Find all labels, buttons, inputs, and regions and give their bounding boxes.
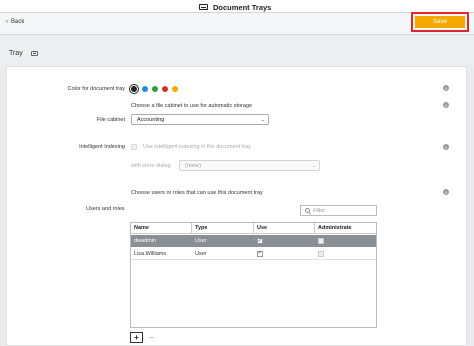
back-label: Back [11, 19, 25, 25]
users-label: Users and roles [86, 206, 125, 212]
color-info-icon[interactable]: i [443, 85, 449, 91]
window-title-text: Document Trays [213, 2, 272, 12]
cabinet-select[interactable]: Accounting ⌄ [131, 114, 269, 125]
indexing-label: Intelligent Indexing [79, 144, 125, 150]
users-info-icon[interactable]: i [443, 189, 449, 195]
grid-header: Name Type Use Administrate [131, 223, 376, 234]
row-type: User [195, 238, 207, 244]
row-name: Lisa.Williams [134, 250, 167, 257]
window-title: Document Trays [199, 2, 271, 12]
save-button-highlight: Save [411, 12, 469, 32]
back-button[interactable]: ‹ Back [6, 19, 24, 25]
use-checkbox[interactable]: ✓ [257, 238, 263, 244]
column-name[interactable]: Name [134, 223, 149, 233]
save-button[interactable]: Save [415, 16, 465, 28]
row-name: dwadmin [134, 238, 157, 244]
color-swatch-black[interactable] [131, 86, 137, 92]
chevron-down-icon: ⌄ [260, 117, 265, 123]
administrate-checkbox[interactable] [318, 250, 324, 257]
indexing-info-icon[interactable]: i [443, 144, 449, 150]
table-row[interactable]: dwadmin User ✓ [131, 235, 376, 247]
indexing-checkbox-label: Use intelligent indexing in the document… [143, 144, 251, 150]
comment-icon[interactable] [30, 51, 38, 56]
indexing-checkbox[interactable] [131, 144, 137, 150]
administrate-checkbox[interactable] [318, 238, 324, 244]
cabinet-select-value: Accounting [137, 116, 165, 123]
remove-button[interactable]: − [146, 332, 157, 343]
section-title: Tray [9, 50, 38, 57]
color-swatch-green[interactable] [152, 86, 158, 92]
store-dialog-value: (none) [185, 162, 201, 169]
color-swatch-red[interactable] [162, 86, 168, 92]
section-header: Tray [0, 36, 474, 66]
chevron-down-icon: ⌄ [311, 163, 316, 169]
users-hint: Choose users or roles that can use this … [131, 190, 263, 196]
store-dialog-label: with store dialog [131, 163, 171, 169]
filter-input[interactable]: Filter [300, 205, 377, 216]
section-title-text: Tray [9, 50, 23, 57]
column-administrate[interactable]: Administrate [318, 223, 352, 233]
table-row[interactable]: Lisa.Williams User ✓ [131, 248, 376, 260]
color-swatch-yellow[interactable] [172, 86, 178, 92]
color-swatch-blue[interactable] [142, 86, 148, 92]
column-type[interactable]: Type [195, 223, 207, 233]
back-icon: ‹ [6, 19, 8, 25]
toolbar: ‹ Back [0, 13, 474, 35]
cabinet-hint: Choose a file cabinet to use for automat… [131, 103, 253, 109]
use-checkbox[interactable]: ✓ [257, 250, 263, 257]
cabinet-info-icon[interactable]: i [443, 102, 449, 108]
column-use[interactable]: Use [257, 223, 267, 233]
row-type: User [195, 250, 207, 257]
users-grid: Name Type Use Administrate dwadmin User … [130, 222, 377, 328]
color-label: Color for document tray [67, 86, 125, 92]
search-icon [305, 208, 310, 213]
cabinet-label: File cabinet [96, 117, 125, 123]
tray-icon [199, 4, 208, 10]
title-bar: Document Trays [0, 0, 474, 13]
add-button[interactable]: + [130, 332, 143, 343]
filter-placeholder: Filter [313, 207, 326, 214]
store-dialog-select[interactable]: (none) ⌄ [179, 160, 320, 171]
